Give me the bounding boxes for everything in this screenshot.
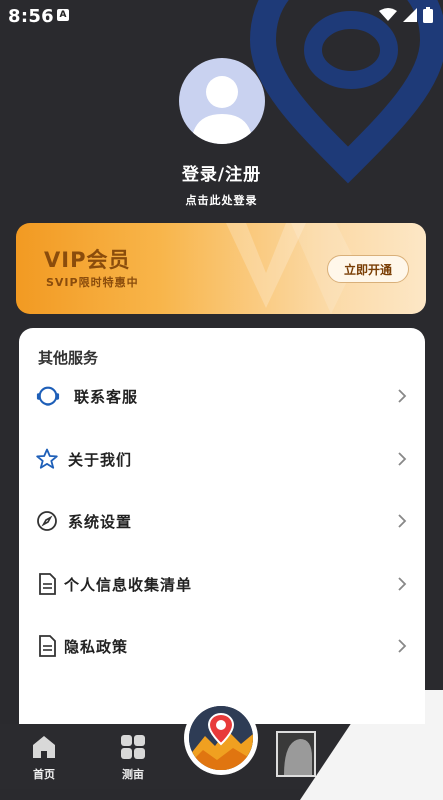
login-register-title[interactable]: 登录/注册 xyxy=(0,160,443,185)
status-notification-icon: A xyxy=(57,9,69,21)
status-time: 8:56 xyxy=(8,6,54,27)
services-title: 其他服务 xyxy=(38,349,99,367)
service-label-contact: 联系客服 xyxy=(74,387,139,406)
chevron-right-icon xyxy=(398,452,407,466)
chevron-right-icon xyxy=(398,577,407,591)
decorative-swoosh xyxy=(300,690,443,800)
login-hint[interactable]: 点击此处登录 xyxy=(0,192,443,208)
center-map-button[interactable] xyxy=(184,701,258,775)
service-label-privacy: 隐私政策 xyxy=(64,637,129,656)
signal-icon xyxy=(403,8,417,22)
map-logo-icon xyxy=(189,706,253,770)
service-item-contact[interactable]: 联系客服 xyxy=(19,374,425,418)
grid-icon xyxy=(121,735,145,759)
document-icon xyxy=(35,572,59,596)
chevron-right-icon xyxy=(398,389,407,403)
compass-icon xyxy=(35,509,59,533)
service-item-privacy[interactable]: 隐私政策 xyxy=(19,624,425,668)
nav-home[interactable]: 首页 xyxy=(19,734,69,782)
service-label-about: 关于我们 xyxy=(68,450,133,469)
service-item-info-list[interactable]: 个人信息收集清单 xyxy=(19,562,425,606)
vip-title: VIP会员 xyxy=(44,248,131,272)
star-icon xyxy=(35,447,59,471)
status-bar: 8:56 A xyxy=(0,0,443,32)
nav-measure-label: 测亩 xyxy=(122,768,144,781)
service-label-info-list: 个人信息收集清单 xyxy=(64,575,193,594)
wifi-icon xyxy=(379,8,397,21)
service-label-settings: 系统设置 xyxy=(68,512,133,531)
user-placeholder-icon xyxy=(191,76,253,144)
services-panel: 其他服务 联系客服 关于我们 系统设置 个人信息收集清单 隐私政策 xyxy=(19,328,425,728)
home-icon xyxy=(33,736,55,758)
open-vip-button[interactable]: 立即开通 xyxy=(327,255,409,283)
nav-home-label: 首页 xyxy=(33,768,55,781)
document-icon xyxy=(35,634,59,658)
battery-icon xyxy=(423,7,433,23)
headset-icon xyxy=(36,384,60,408)
avatar[interactable] xyxy=(179,58,265,144)
status-icons xyxy=(379,7,433,23)
chevron-right-icon xyxy=(398,639,407,653)
chevron-right-icon xyxy=(398,514,407,528)
vip-card[interactable]: VIP会员 SVIP限时特惠中 立即开通 xyxy=(16,223,426,314)
service-item-about[interactable]: 关于我们 xyxy=(19,437,425,481)
nav-measure[interactable]: 测亩 xyxy=(108,734,158,782)
vip-subtitle: SVIP限时特惠中 xyxy=(46,276,139,289)
service-item-settings[interactable]: 系统设置 xyxy=(19,499,425,543)
